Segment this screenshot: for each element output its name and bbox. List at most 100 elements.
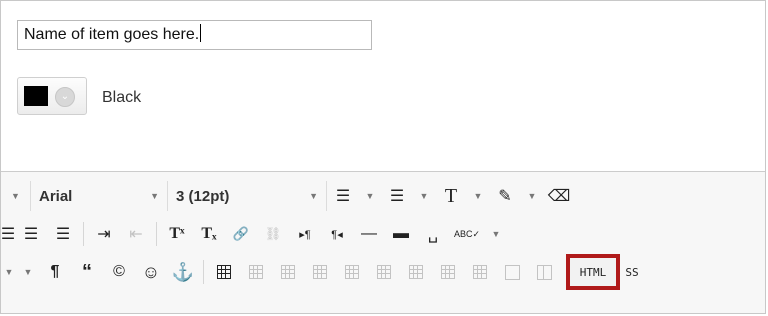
spellcheck-icon: ABC✓ bbox=[453, 228, 481, 239]
text-color-icon: T bbox=[444, 184, 458, 207]
style-dropdown[interactable]: ▼ bbox=[17, 257, 39, 287]
highlight-button[interactable]: ✎ bbox=[489, 181, 521, 211]
chevron-down-icon: ▼ bbox=[473, 191, 483, 201]
unlink-button[interactable]: ⛓ bbox=[257, 219, 289, 249]
split-cell-button[interactable] bbox=[464, 257, 496, 287]
ltr-icon: ▸¶ bbox=[299, 228, 311, 241]
columns-button[interactable] bbox=[528, 257, 560, 287]
table-icon bbox=[313, 265, 327, 279]
anchor-button[interactable]: ⚓ bbox=[167, 257, 199, 287]
chevron-down-icon: ⌄ bbox=[55, 87, 75, 107]
nbsp-button[interactable]: ␣ bbox=[417, 219, 449, 249]
chevron-down-icon: ▼ bbox=[4, 267, 14, 277]
box-icon bbox=[504, 264, 520, 280]
chevron-down-icon: ▼ bbox=[419, 191, 429, 201]
numbered-list-icon: ☰ bbox=[389, 188, 405, 205]
insert-table-button[interactable] bbox=[208, 257, 240, 287]
horizontal-line-icon: — bbox=[361, 225, 377, 242]
chevron-down-icon: ▼ bbox=[365, 191, 375, 201]
font-family-value: Arial bbox=[39, 187, 73, 205]
align-center-button[interactable]: ☰ bbox=[15, 219, 47, 249]
quote-icon: “ bbox=[82, 260, 92, 283]
toolbar-row-1: ▼ Arial ▼ 3 (12pt) ▼ ☰ ▼ ☰ ▼ T ▼ ✎ ▼ ⌫ bbox=[1, 179, 575, 213]
bullet-list-dropdown[interactable]: ▼ bbox=[359, 181, 381, 211]
editor-frame: Name of item goes here. ⌄ Black ▼ Arial … bbox=[0, 0, 766, 314]
row3-dropdown[interactable]: ▼ bbox=[1, 257, 17, 287]
superscript-button[interactable]: Tˣ bbox=[161, 219, 193, 249]
toolbar-row-3: ▼ ▼ ¶ “ © ☺ ⚓ HTML SS bbox=[1, 254, 644, 290]
highlight-dropdown[interactable]: ▼ bbox=[521, 181, 543, 211]
color-swatch bbox=[24, 86, 48, 106]
unlink-icon: ⛓ bbox=[264, 226, 282, 241]
toolbar-row-2: ☰ ☰ ☰ ⇥ ⇤ Tˣ Tₓ 🔗 ⛓ ▸¶ ¶◂ — ▬ ␣ ABC✓ ▼ bbox=[1, 217, 507, 251]
indent-button[interactable]: ⇥ bbox=[88, 219, 120, 249]
toolbar-divider bbox=[156, 222, 157, 246]
paragraph-button[interactable]: ¶ bbox=[39, 257, 71, 287]
eraser-icon: ⌫ bbox=[547, 188, 571, 205]
table-icon bbox=[217, 265, 231, 279]
anchor-icon: ⚓ bbox=[171, 261, 195, 282]
html-code-button[interactable]: HTML bbox=[566, 254, 620, 290]
text-color-dropdown[interactable]: ▼ bbox=[467, 181, 489, 211]
outdent-button[interactable]: ⇤ bbox=[120, 219, 152, 249]
smiley-icon: ☺ bbox=[141, 261, 161, 282]
chevron-down-icon: ▼ bbox=[23, 267, 33, 277]
subscript-button[interactable]: Tₓ bbox=[193, 219, 225, 249]
chevron-down-icon: ▼ bbox=[150, 191, 159, 201]
thick-line-button[interactable]: ▬ bbox=[385, 219, 417, 249]
insert-col-button[interactable] bbox=[368, 257, 400, 287]
font-size-dropdown[interactable]: 3 (12pt) ▼ bbox=[168, 181, 327, 211]
format-dropdown[interactable]: ▼ bbox=[1, 181, 31, 211]
link-icon: 🔗 bbox=[232, 226, 250, 241]
spellcheck-button[interactable]: ABC✓ bbox=[449, 219, 485, 249]
toolbar-divider bbox=[83, 222, 84, 246]
copyright-button[interactable]: © bbox=[103, 257, 135, 287]
emoticon-button[interactable]: ☺ bbox=[135, 257, 167, 287]
align-center-icon: ☰ bbox=[23, 226, 39, 243]
color-picker-button[interactable]: ⌄ bbox=[17, 77, 87, 115]
copyright-icon: © bbox=[113, 263, 125, 280]
chevron-down-icon: ▼ bbox=[491, 229, 501, 239]
table-icon bbox=[473, 265, 487, 279]
insert-row-button[interactable] bbox=[336, 257, 368, 287]
css-button[interactable]: SS bbox=[620, 257, 644, 287]
pilcrow-icon: ¶ bbox=[50, 263, 60, 280]
font-size-value: 3 (12pt) bbox=[176, 187, 230, 205]
bullet-list-button[interactable]: ☰ bbox=[327, 181, 359, 211]
horizontal-line-button[interactable]: — bbox=[353, 219, 385, 249]
row-props-button[interactable] bbox=[272, 257, 304, 287]
numbered-list-dropdown[interactable]: ▼ bbox=[413, 181, 435, 211]
delete-col-button[interactable] bbox=[432, 257, 464, 287]
thick-line-icon: ▬ bbox=[393, 225, 409, 242]
toolbar-divider bbox=[203, 260, 204, 284]
chevron-down-icon: ▼ bbox=[11, 191, 20, 201]
delete-row-button[interactable] bbox=[400, 257, 432, 287]
indent-icon: ⇥ bbox=[97, 226, 111, 243]
table-icon bbox=[377, 265, 391, 279]
font-family-dropdown[interactable]: Arial ▼ bbox=[31, 181, 168, 211]
align-justify-icon: ☰ bbox=[55, 226, 71, 243]
rtl-button[interactable]: ¶◂ bbox=[321, 219, 353, 249]
css-label: SS bbox=[625, 265, 639, 279]
text-caret bbox=[200, 24, 202, 42]
merge-cell-button[interactable] bbox=[496, 257, 528, 287]
text-color-button[interactable]: T bbox=[435, 181, 467, 211]
bullet-list-icon: ☰ bbox=[335, 188, 351, 205]
table-icon bbox=[345, 265, 359, 279]
align-left-icon: ☰ bbox=[0, 226, 16, 243]
clear-format-button[interactable]: ⌫ bbox=[543, 181, 575, 211]
spellcheck-dropdown[interactable]: ▼ bbox=[485, 219, 507, 249]
align-left-button[interactable]: ☰ bbox=[1, 219, 15, 249]
ltr-button[interactable]: ▸¶ bbox=[289, 219, 321, 249]
table-icon bbox=[281, 265, 295, 279]
link-button[interactable]: 🔗 bbox=[225, 219, 257, 249]
align-justify-button[interactable]: ☰ bbox=[47, 219, 79, 249]
numbered-list-button[interactable]: ☰ bbox=[381, 181, 413, 211]
table-props-button[interactable] bbox=[240, 257, 272, 287]
table-icon bbox=[249, 265, 263, 279]
editor-toolbar: ▼ Arial ▼ 3 (12pt) ▼ ☰ ▼ ☰ ▼ T ▼ ✎ ▼ ⌫ ☰… bbox=[1, 171, 765, 313]
cell-props-button[interactable] bbox=[304, 257, 336, 287]
blockquote-button[interactable]: “ bbox=[71, 257, 103, 287]
item-name-value: Name of item goes here. bbox=[24, 26, 200, 43]
item-name-input[interactable]: Name of item goes here. bbox=[17, 20, 372, 50]
